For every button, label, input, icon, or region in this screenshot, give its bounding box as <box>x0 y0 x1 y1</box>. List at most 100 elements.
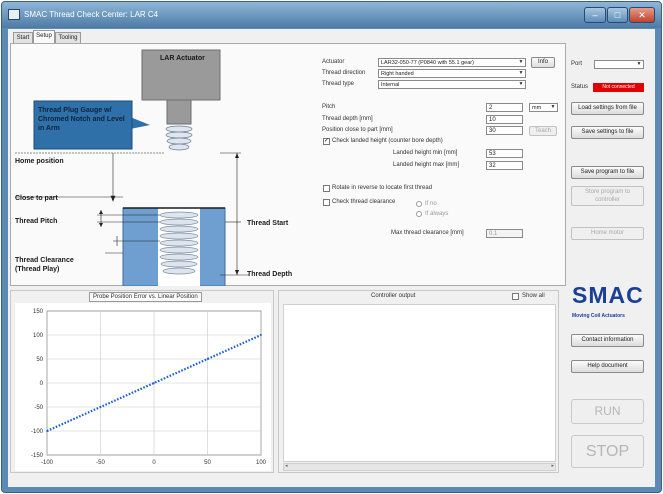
chart-area: 150 100 50 0 -50 -100 -150 -100 -50 0 50 100 <box>15 303 271 471</box>
position-close-input[interactable]: 30 <box>486 126 523 135</box>
show-all-label: Show all <box>522 293 545 299</box>
thread-diagram: LAR Actuator Thread Plug Gauge w/ Chrome… <box>15 45 321 286</box>
pitch-input[interactable]: 2 <box>486 103 523 112</box>
status-label: Status <box>571 84 589 90</box>
save-settings-button[interactable]: Save settings to file <box>571 126 644 139</box>
check-thread-clearance-label: Check thread clearance <box>332 199 396 205</box>
landed-height-min-input[interactable]: 53 <box>486 149 523 158</box>
y-tick-label: 50 <box>36 357 43 363</box>
y-tick-label: -50 <box>34 405 43 411</box>
max-thread-clearance-label: Max thread clearance [mm] <box>391 230 464 236</box>
controller-output-log[interactable] <box>283 304 556 462</box>
data-point <box>99 406 102 408</box>
stop-button[interactable]: STOP <box>571 435 644 468</box>
pitch-unit-value: mm <box>532 105 542 111</box>
contact-information-button[interactable]: Contact information <box>571 334 644 347</box>
scroll-right-icon[interactable]: ▸ <box>551 463 554 469</box>
minimize-button[interactable]: – <box>584 7 606 23</box>
landed-height-min-label: Landed height min [mm] <box>393 150 458 156</box>
thread-depth-field-label: Thread depth [mm] <box>322 116 373 122</box>
x-tick-label: -50 <box>96 460 105 466</box>
controller-output-panel: Controller output Show all ◂ ▸ <box>278 290 559 473</box>
close-button[interactable]: ✕ <box>629 7 655 23</box>
save-program-button[interactable]: Save program to file <box>571 166 644 179</box>
thread-clearance-label: Thread Clearance (Thread Play) <box>15 257 74 273</box>
actuator-label: LAR Actuator <box>160 55 205 62</box>
landed-height-max-input[interactable]: 32 <box>486 161 523 170</box>
actuator-info-button[interactable]: Info <box>531 57 555 68</box>
thread-type-label: Thread type <box>322 81 355 87</box>
y-tick-label: -150 <box>31 453 44 459</box>
window-title: SMAC Thread Check Center: LAR C4 <box>24 10 159 19</box>
pitch-unit-select[interactable]: mm ▼ <box>529 103 558 112</box>
x-tick-label: -100 <box>41 460 54 466</box>
thread-direction-select[interactable]: Right handed ▼ <box>378 69 526 78</box>
port-select[interactable]: ▼ <box>594 60 644 69</box>
plug-gauge-callout: Thread Plug Gauge w/ Chromed Notch and L… <box>38 107 125 132</box>
clearance-option-radio[interactable] <box>416 211 422 217</box>
store-program-button[interactable]: Store program to controller <box>571 186 644 206</box>
thread-direction-value: Right handed <box>381 71 414 77</box>
thread-depth-label: Thread Depth <box>247 271 293 278</box>
pitch-label: Pitch <box>322 104 336 110</box>
port-label: Port <box>571 61 583 67</box>
controller-output-title: Controller output <box>371 293 416 299</box>
rotate-reverse-label: Rotate in reverse to locate first thread <box>332 185 433 191</box>
chevron-down-icon: ▼ <box>518 59 524 65</box>
rotate-reverse-checkbox[interactable] <box>323 185 330 192</box>
chevron-down-icon: ▼ <box>518 70 524 76</box>
data-point <box>206 358 209 360</box>
check-thread-clearance-checkbox[interactable] <box>323 199 330 206</box>
x-tick-label: 0 <box>152 460 156 466</box>
line-chart: 150100500-50-100-150-100 -50 0 50 100 <box>31 309 267 466</box>
x-tick-label: 50 <box>204 460 211 466</box>
thread-type-value: Internal <box>381 82 400 88</box>
data-point <box>153 382 155 384</box>
check-landed-height-checkbox[interactable] <box>323 137 330 145</box>
thread-diagram-graphic <box>15 49 249 286</box>
thread-type-select[interactable]: Internal ▼ <box>378 80 526 89</box>
thread-depth-input[interactable]: 10 <box>486 115 523 124</box>
help-document-button[interactable]: Help document <box>571 360 644 373</box>
clearance-option-label: If no <box>425 201 437 207</box>
position-close-label: Position close to part [mm] <box>322 127 393 133</box>
y-tick-label: -100 <box>31 429 44 435</box>
smac-logo: SMAC Moving Coil Actuators <box>568 282 650 328</box>
home-motor-button[interactable]: Home motor <box>571 227 644 240</box>
horizontal-scrollbar[interactable]: ◂ ▸ <box>283 463 556 471</box>
chevron-down-icon: ▼ <box>550 104 556 110</box>
home-position-label: Home position <box>15 158 64 165</box>
chart-panel: Probe Position Error vs. Linear Position… <box>10 290 274 473</box>
thread-pitch-label: Thread Pitch <box>15 218 58 225</box>
close-to-part-label: Close to part <box>15 195 58 202</box>
app-window: SMAC Thread Check Center: LAR C4 – □ ✕ S… <box>1 1 662 493</box>
tab-setup[interactable]: Setup <box>33 30 55 44</box>
app-icon <box>8 9 20 20</box>
chart-title: Probe Position Error vs. Linear Position <box>89 292 202 302</box>
tab-tooling[interactable]: Tooling <box>55 32 81 43</box>
show-all-checkbox[interactable] <box>512 293 519 300</box>
scroll-left-icon[interactable]: ◂ <box>285 463 288 469</box>
logo-text: SMAC <box>572 282 644 308</box>
clearance-option-radio[interactable] <box>416 201 422 207</box>
actuator-select[interactable]: LAR32-050-77 (P0840 with 55.1 gear) ▼ <box>378 58 526 67</box>
actuator-label: Actuator <box>322 59 345 65</box>
run-button[interactable]: RUN <box>571 399 644 424</box>
title-bar[interactable]: SMAC Thread Check Center: LAR C4 – □ ✕ <box>2 2 661 28</box>
chevron-down-icon: ▼ <box>636 61 642 67</box>
teach-button[interactable]: Teach <box>529 126 557 136</box>
actuator-value: LAR32-050-77 (P0840 with 55.1 gear) <box>381 60 474 66</box>
clearance-option-label: If always <box>425 211 449 217</box>
check-landed-height-label: Check landed height (counter bore depth) <box>332 138 443 144</box>
y-tick-label: 150 <box>33 309 44 315</box>
status-badge: Not connected <box>593 83 644 92</box>
tab-start[interactable]: Start <box>13 32 33 43</box>
chevron-down-icon: ▼ <box>518 81 524 87</box>
data-point <box>46 430 48 432</box>
y-tick-label: 0 <box>40 381 44 387</box>
max-thread-clearance-input[interactable]: 0.1 <box>486 229 523 238</box>
maximize-button[interactable]: □ <box>607 7 628 23</box>
data-point <box>260 334 262 336</box>
load-settings-button[interactable]: Load settings from file <box>571 102 644 115</box>
client-area: Start Setup Tooling LAR Actuator Thread … <box>8 29 655 487</box>
